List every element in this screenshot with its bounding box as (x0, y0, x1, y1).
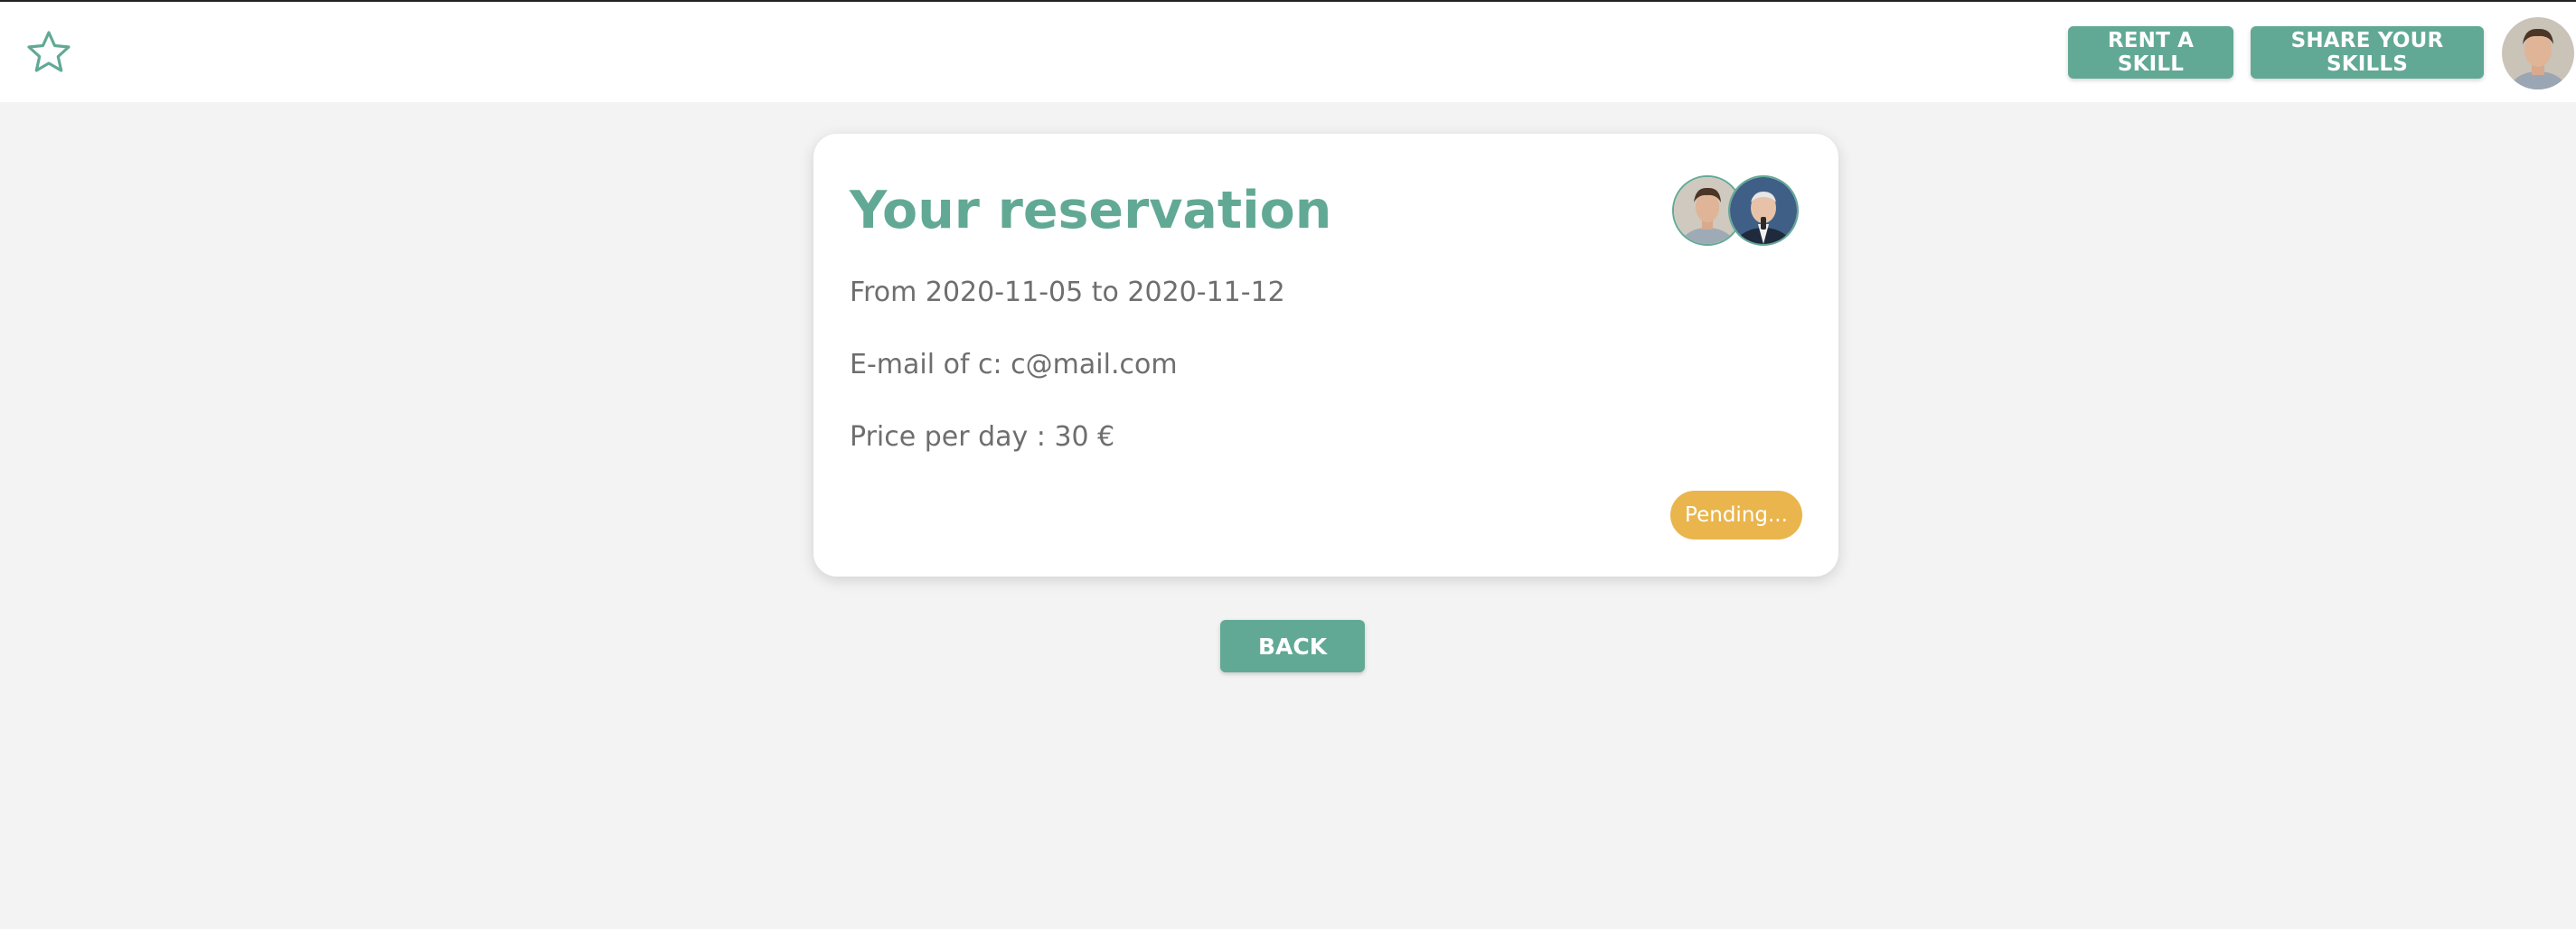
reservation-dates: From 2020-11-05 to 2020-11-12 (850, 277, 1285, 308)
user-avatar-icon (2502, 17, 2574, 89)
share-your-skills-button[interactable]: SHARE YOUR SKILLS (2251, 26, 2484, 79)
renter-avatar (1728, 175, 1799, 246)
renter-avatar-icon (1730, 177, 1797, 244)
status-badge: Pending... (1670, 491, 1802, 540)
reservation-title: Your reservation (850, 181, 1332, 240)
contact-email: E-mail of c: c@mail.com (850, 349, 1178, 380)
star-logo-icon[interactable] (25, 29, 72, 76)
navbar: RENT A SKILL SHARE YOUR SKILLS (0, 2, 2576, 102)
user-avatar[interactable] (2502, 17, 2574, 89)
price-per-day: Price per day : 30 € (850, 421, 1115, 453)
rent-a-skill-button[interactable]: RENT A SKILL (2068, 26, 2233, 79)
back-button[interactable]: BACK (1220, 620, 1365, 672)
reservation-card: Your reservation From 2020-11-05 to 2020… (813, 134, 1838, 577)
